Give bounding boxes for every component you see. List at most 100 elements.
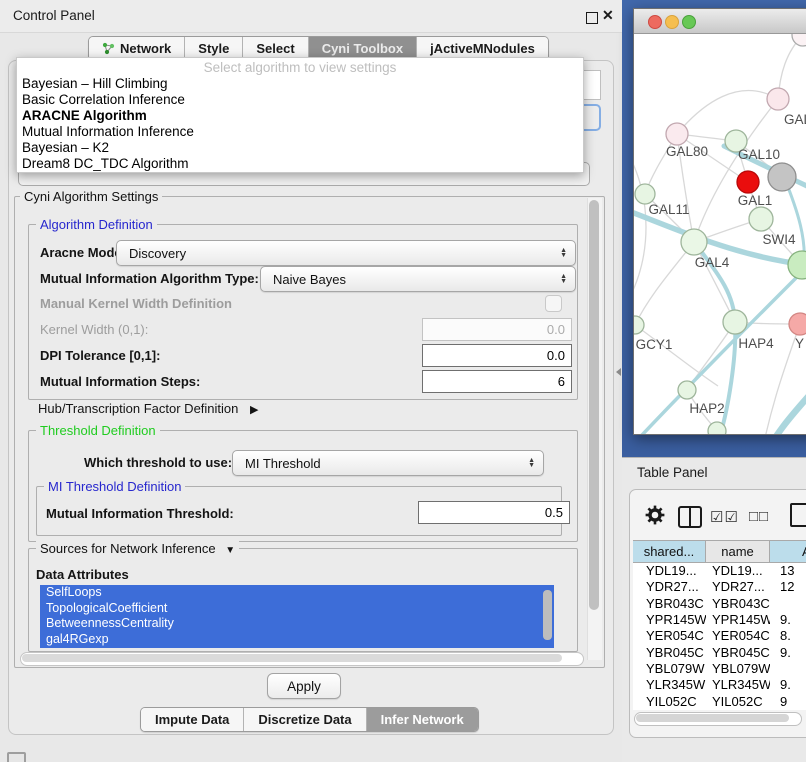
sources-legend[interactable]: Sources for Network Inference ▼ <box>36 541 239 556</box>
network-node-y[interactable] <box>789 313 806 335</box>
table-cell: YIL052C <box>633 694 706 710</box>
tab-label: Style <box>198 41 229 56</box>
table-row[interactable]: YBL079WYBL079W <box>633 661 806 677</box>
network-node-swi4[interactable] <box>788 251 806 279</box>
table-cell: YLR345W <box>633 677 706 693</box>
gear-icon[interactable] <box>645 505 665 530</box>
table-horizontal-scrollbar[interactable] <box>634 712 802 726</box>
network-node[interactable] <box>749 207 773 231</box>
algorithm-option[interactable]: Dream8 DC_TDC Algorithm <box>22 156 572 172</box>
kernel-width-input[interactable]: 0.0 <box>422 318 572 341</box>
network-node-gal11[interactable] <box>635 184 655 204</box>
apply-button[interactable]: Apply <box>267 673 341 699</box>
mi-type-combo[interactable]: Naive Bayes ▲▼ <box>260 266 576 292</box>
table-cell: YDL19... <box>633 563 706 579</box>
screen: GALGAL80GAL10GAL1GAL11GAL4SWI4GCY1HAP4YH… <box>0 0 806 762</box>
attribute-item-selected[interactable]: TopologicalCoefficient <box>40 601 554 617</box>
node-label: GAL1 <box>738 193 773 208</box>
column-header[interactable]: A <box>770 540 806 563</box>
node-label: GAL4 <box>695 255 730 270</box>
panel-resize-handle[interactable] <box>616 368 621 376</box>
network-node[interactable] <box>792 34 806 46</box>
minimized-panel-icon[interactable] <box>7 752 26 762</box>
bottom-tab-discretize-data[interactable]: Discretize Data <box>244 708 366 731</box>
attributes-scrollbar-thumb[interactable] <box>543 590 552 640</box>
chevron-right-icon: ▶ <box>250 404 258 416</box>
settings-horizontal-scrollbar-track[interactable] <box>20 652 584 666</box>
mi-threshold-input[interactable]: 0.5 <box>418 501 570 524</box>
settings-vertical-scrollbar-thumb[interactable] <box>589 200 599 610</box>
dpi-tolerance-input[interactable]: 0.0 <box>422 344 572 367</box>
mi-steps-input[interactable]: 6 <box>422 370 572 393</box>
network-node[interactable] <box>768 163 796 191</box>
network-node-gal[interactable] <box>767 88 789 110</box>
network-node-gal1[interactable] <box>737 171 759 193</box>
hide-columns-icon[interactable]: □□ <box>749 508 769 525</box>
table-horizontal-scrollbar-thumb[interactable] <box>636 714 789 722</box>
page-icon[interactable] <box>790 503 806 527</box>
node-label: SWI4 <box>762 232 795 247</box>
table-row[interactable]: YBR043CYBR043C <box>633 596 806 612</box>
data-attributes-list[interactable]: SelfLoopsTopologicalCoefficientBetweenne… <box>40 585 554 648</box>
algorithm-option[interactable]: Bayesian – K2 <box>22 140 572 156</box>
tab-label: Select <box>256 41 294 56</box>
table-row[interactable]: YDL19...YDL19...13 <box>633 563 806 579</box>
attribute-item-selected[interactable]: gal4RGexp <box>40 632 554 648</box>
table-row[interactable]: YDR27...YDR27...12 <box>633 579 806 595</box>
manual-kernel-label: Manual Kernel Width Definition <box>40 296 232 311</box>
table-row[interactable]: YPR145WYPR145W9. <box>633 612 806 628</box>
which-threshold-value: MI Threshold <box>245 456 321 471</box>
node-label: GAL <box>784 112 806 127</box>
close-panel-icon[interactable]: ✕ <box>602 7 614 24</box>
aracne-mode-combo[interactable]: Discovery ▲▼ <box>116 240 576 266</box>
attribute-item-selected[interactable]: BetweennessCentrality <box>40 616 554 632</box>
network-node-gcy1[interactable] <box>634 316 644 334</box>
mi-type-value: Naive Bayes <box>273 272 346 287</box>
table-cell: YER054C <box>706 628 770 644</box>
table-cell: YER054C <box>633 628 706 644</box>
table-cell: YBR043C <box>633 596 706 612</box>
zoom-traffic-light-icon[interactable] <box>682 15 696 29</box>
show-checked-columns-icon[interactable]: ☑☑ <box>710 508 739 526</box>
algorithm-definition-legend: Algorithm Definition <box>36 217 157 232</box>
algorithm-option[interactable]: ARACNE Algorithm <box>22 108 572 124</box>
table-cell: YBR045C <box>633 645 706 661</box>
network-node-hap2[interactable] <box>678 381 696 399</box>
mi-type-label: Mutual Information Algorithm Type: <box>40 271 259 286</box>
network-icon <box>102 42 115 55</box>
algorithm-option[interactable]: Basic Correlation Inference <box>22 92 572 108</box>
algorithm-option[interactable]: Bayesian – Hill Climbing <box>22 76 572 92</box>
which-threshold-combo[interactable]: MI Threshold ▲▼ <box>232 450 544 476</box>
table-cell <box>770 596 806 612</box>
settings-horizontal-scrollbar-thumb[interactable] <box>22 654 562 662</box>
network-node-gal80[interactable] <box>666 123 688 145</box>
algorithm-option[interactable]: Mutual Information Inference <box>22 124 572 140</box>
network-graph: GALGAL80GAL10GAL1GAL11GAL4SWI4GCY1HAP4YH… <box>634 34 806 434</box>
close-traffic-light-icon[interactable] <box>648 15 662 29</box>
manual-kernel-checkbox[interactable] <box>545 295 562 312</box>
network-window-titlebar[interactable] <box>634 9 806 34</box>
table-row[interactable]: YER054CYER054C8. <box>633 628 806 644</box>
table-cell: 13 <box>770 563 806 579</box>
hub-tf-label: Hub/Transcription Factor Definition <box>38 401 238 416</box>
table-row[interactable]: YBR045CYBR045C9. <box>633 645 806 661</box>
network-node[interactable] <box>708 422 726 434</box>
split-view-icon[interactable] <box>678 506 702 528</box>
network-node-hap4[interactable] <box>723 310 747 334</box>
node-label: HAP2 <box>689 401 724 416</box>
network-node-gal4[interactable] <box>681 229 707 255</box>
table-row[interactable]: YIL052CYIL052C9 <box>633 694 806 710</box>
table-cell: 9 <box>770 694 806 710</box>
sources-title: Sources for Network Inference <box>40 541 216 556</box>
bottom-tab-impute-data[interactable]: Impute Data <box>141 708 244 731</box>
table-row[interactable]: YLR345WYLR345W9. <box>633 677 806 693</box>
float-window-icon[interactable] <box>586 12 598 24</box>
hub-tf-section-toggle[interactable]: Hub/Transcription Factor Definition ▶ <box>38 401 258 416</box>
network-canvas[interactable]: GALGAL80GAL10GAL1GAL11GAL4SWI4GCY1HAP4YH… <box>634 34 806 434</box>
bottom-tab-infer-network[interactable]: Infer Network <box>367 708 478 731</box>
attribute-item-selected[interactable]: SelfLoops <box>40 585 554 601</box>
column-header[interactable]: shared... <box>633 540 706 563</box>
minimize-traffic-light-icon[interactable] <box>665 15 679 29</box>
column-header[interactable]: name <box>706 540 770 563</box>
data-attributes-label: Data Attributes <box>36 567 129 582</box>
